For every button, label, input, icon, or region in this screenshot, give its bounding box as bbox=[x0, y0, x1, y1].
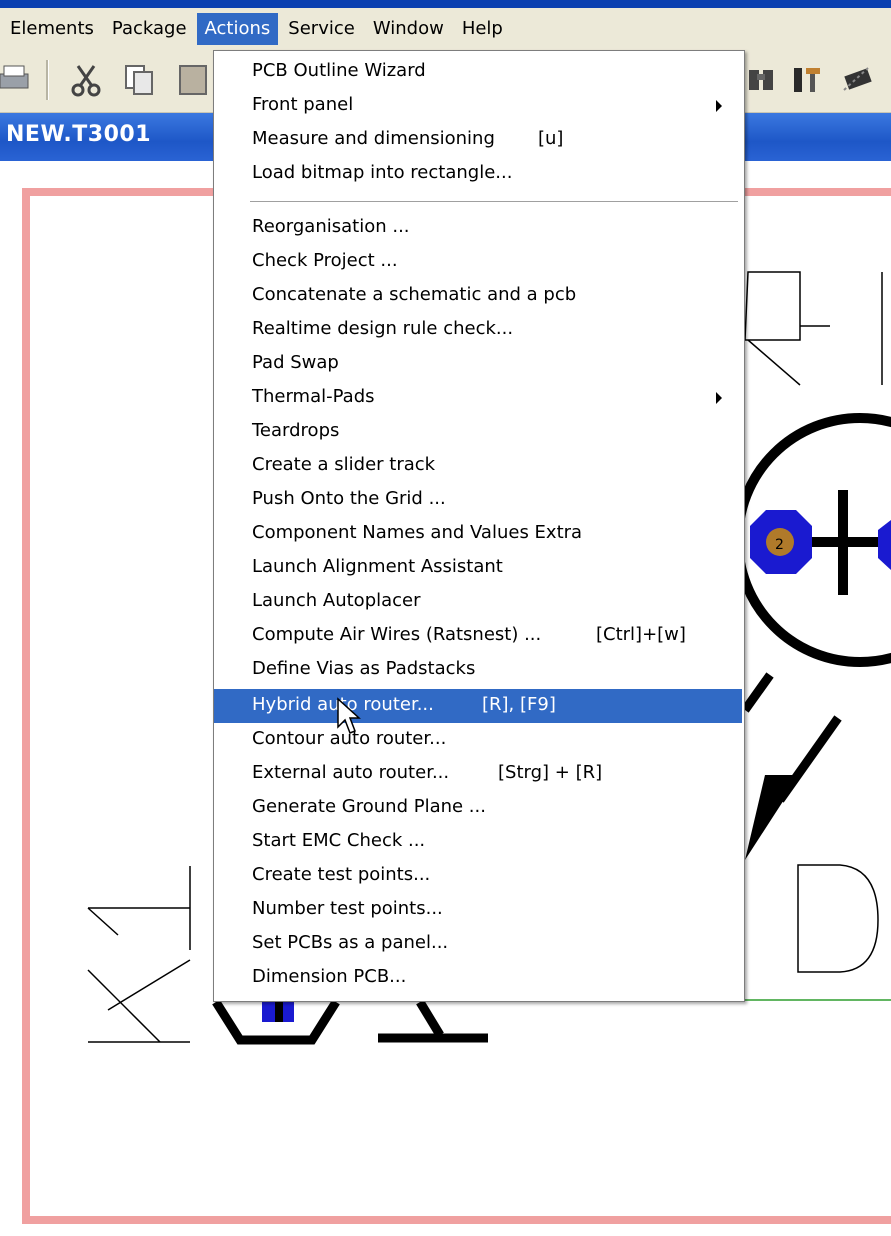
menu-item-concatenate[interactable]: Concatenate a schematic and a pcb bbox=[214, 279, 742, 313]
menu-service[interactable]: Service bbox=[280, 13, 363, 45]
menu-item-dimension-pcb[interactable]: Dimension PCB... bbox=[214, 961, 742, 995]
shortcut-label: [Strg] + [R] bbox=[498, 762, 603, 783]
menu-help[interactable]: Help bbox=[454, 13, 511, 45]
menu-item-set-pcbs-panel[interactable]: Set PCBs as a panel... bbox=[214, 927, 742, 961]
printer-icon[interactable] bbox=[0, 62, 36, 98]
pad-number: 2 bbox=[775, 537, 784, 553]
menu-item-external-auto-router[interactable]: External auto router... [Strg] + [R] bbox=[214, 757, 742, 791]
menu-item-create-test-points[interactable]: Create test points... bbox=[214, 859, 742, 893]
menu-item-reorganisation[interactable]: Reorganisation ... bbox=[214, 211, 742, 245]
cut-icon[interactable] bbox=[68, 62, 104, 98]
copy-icon[interactable] bbox=[122, 62, 158, 98]
menu-item-push-onto-grid[interactable]: Push Onto the Grid ... bbox=[214, 483, 742, 517]
actions-dropdown-menu: PCB Outline Wizard Front panel Measure a… bbox=[213, 50, 745, 1002]
chip-icon[interactable] bbox=[838, 62, 874, 98]
silkscreen-d-glyph bbox=[797, 864, 879, 973]
menu-item-autoplacer[interactable]: Launch Autoplacer bbox=[214, 585, 742, 619]
menu-actions[interactable]: Actions bbox=[196, 13, 279, 45]
paste-icon[interactable] bbox=[178, 62, 214, 98]
menu-item-vias-padstacks[interactable]: Define Vias as Padstacks bbox=[214, 653, 742, 687]
submenu-arrow-icon bbox=[716, 100, 722, 112]
menu-item-alignment-assistant[interactable]: Launch Alignment Assistant bbox=[214, 551, 742, 585]
menu-elements[interactable]: Elements bbox=[2, 13, 102, 45]
menu-item-pad-swap[interactable]: Pad Swap bbox=[214, 347, 742, 381]
binoculars-icon[interactable] bbox=[745, 62, 781, 98]
arrow-head bbox=[745, 775, 800, 860]
window-top-strip bbox=[0, 0, 891, 8]
mouse-cursor-icon bbox=[337, 697, 361, 734]
menu-separator bbox=[250, 201, 738, 203]
tools-icon[interactable] bbox=[790, 62, 826, 98]
shortcut-label: [Ctrl]+[w] bbox=[596, 624, 686, 645]
menu-item-pcb-outline-wizard[interactable]: PCB Outline Wizard bbox=[214, 55, 742, 89]
shortcut-label: [u] bbox=[538, 128, 564, 149]
shortcut-label: [R], [F9] bbox=[482, 694, 556, 715]
menubar: Elements Package Actions Service Window … bbox=[0, 8, 891, 50]
menu-item-number-test-points[interactable]: Number test points... bbox=[214, 893, 742, 927]
menu-item-load-bitmap[interactable]: Load bitmap into rectangle... bbox=[214, 157, 742, 191]
menu-item-component-names[interactable]: Component Names and Values Extra bbox=[214, 517, 742, 551]
menu-item-check-project[interactable]: Check Project ... bbox=[214, 245, 742, 279]
menu-window[interactable]: Window bbox=[365, 13, 452, 45]
menu-item-ground-plane[interactable]: Generate Ground Plane ... bbox=[214, 791, 742, 825]
document-title: NEW.T3001 bbox=[6, 122, 152, 147]
menu-item-measure-dimensioning[interactable]: Measure and dimensioning [u] bbox=[214, 123, 742, 157]
submenu-arrow-icon bbox=[716, 392, 722, 404]
menu-item-emc-check[interactable]: Start EMC Check ... bbox=[214, 825, 742, 859]
menu-item-hybrid-auto-router[interactable]: Hybrid auto router... [R], [F9] bbox=[214, 689, 742, 723]
menu-package[interactable]: Package bbox=[104, 13, 195, 45]
arrow-line-upper bbox=[741, 672, 774, 713]
menu-item-front-panel[interactable]: Front panel bbox=[214, 89, 742, 123]
menu-item-thermal-pads[interactable]: Thermal-Pads bbox=[214, 381, 742, 415]
toolbar-separator bbox=[46, 60, 49, 100]
silkscreen-r-glyph bbox=[744, 271, 801, 341]
menu-item-realtime-drc[interactable]: Realtime design rule check... bbox=[214, 313, 742, 347]
menu-item-air-wires[interactable]: Compute Air Wires (Ratsnest) ... [Ctrl]+… bbox=[214, 619, 742, 653]
menu-item-contour-auto-router[interactable]: Contour auto router... bbox=[214, 723, 742, 757]
menu-item-teardrops[interactable]: Teardrops bbox=[214, 415, 742, 449]
menu-item-slider-track[interactable]: Create a slider track bbox=[214, 449, 742, 483]
